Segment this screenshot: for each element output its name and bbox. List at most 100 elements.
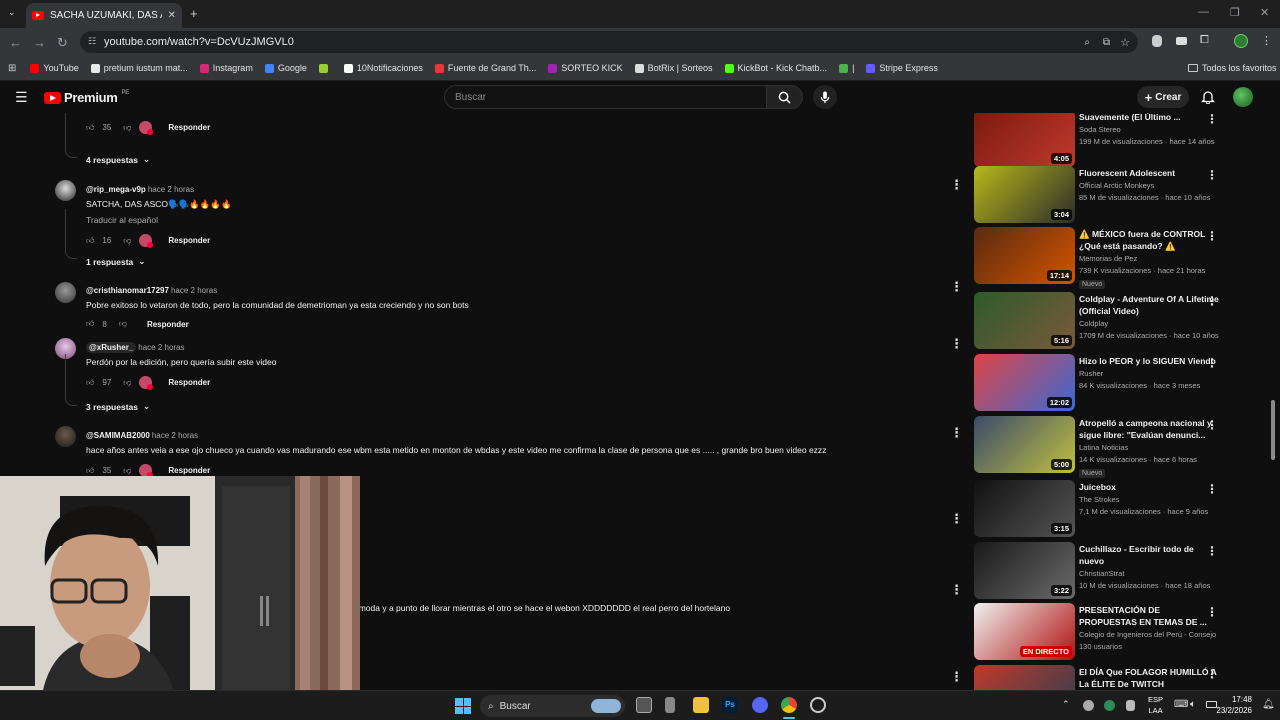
view-replies-button[interactable]: 1 respuesta ⌄ — [86, 256, 145, 267]
all-bookmarks-folder[interactable]: Todos los favoritos — [1188, 63, 1277, 73]
dislike-icon[interactable]: 👎︎ — [123, 378, 131, 388]
forward-icon[interactable]: → — [33, 35, 46, 50]
extension-icon[interactable] — [1152, 35, 1162, 47]
extensions-puzzle-icon[interactable]: ⧠ — [1200, 34, 1209, 47]
show-hidden-icons-icon[interactable]: ⌃ — [1062, 699, 1070, 710]
bookmark-item[interactable]: Stripe Express — [866, 63, 938, 73]
bookmark-item[interactable]: pretium iustum mat... — [90, 63, 188, 73]
channel-name[interactable]: Rusher — [1079, 369, 1219, 378]
channel-name[interactable]: Official Arctic Monkeys — [1079, 181, 1219, 190]
video-title[interactable]: Suavemente (El Último ... — [1079, 113, 1219, 123]
tray-icon[interactable] — [1126, 700, 1135, 711]
scrollbar-thumb[interactable] — [1271, 400, 1275, 460]
extension-icon[interactable] — [1176, 37, 1187, 45]
bookmark-star-icon[interactable]: ☆ — [1120, 36, 1130, 49]
bookmark-item[interactable]: YouTube — [30, 63, 79, 73]
recommended-video[interactable]: 4:05 Suavemente (El Último ... Soda Stereo… — [974, 113, 1274, 168]
video-thumbnail[interactable]: 17:14 — [974, 227, 1075, 284]
bookmark-item[interactable]: Instagram — [199, 63, 253, 73]
file-icon[interactable] — [665, 697, 675, 713]
url-field[interactable]: ☷ youtube.com/watch?v=DcVUzJMGVL0 ⌕ ⧉ ☆ — [80, 31, 1138, 53]
comment-menu-icon[interactable]: ⋮ — [950, 669, 960, 685]
like-icon[interactable]: 👍︎ — [86, 123, 94, 133]
recommended-video[interactable]: 3:22 Cuchillazo - Escribir todo de nuevo C… — [974, 542, 1274, 600]
view-replies-button[interactable]: 4 respuestas ⌄ — [86, 154, 150, 165]
browser-menu-icon[interactable]: ⋮ — [1261, 34, 1272, 47]
reply-button[interactable]: Responder — [168, 466, 210, 475]
volume-icon[interactable]: 🔈︎ — [1190, 699, 1196, 710]
zoom-icon[interactable]: ⌕ — [1084, 37, 1090, 48]
site-info-icon[interactable]: ☷ — [88, 36, 96, 47]
comment-menu-icon[interactable]: ⋮ — [950, 279, 960, 295]
search-input[interactable]: Buscar — [444, 85, 767, 109]
tray-icon[interactable] — [1083, 700, 1094, 711]
video-title[interactable]: Hizo lo PEOR y lo SIGUEN Viendo — [1079, 355, 1219, 367]
comment-author[interactable]: @cristhianomar17297 — [86, 286, 169, 295]
recommended-video[interactable]: EN DIRECTO PRESENTACIÓN DE PROPUESTAS EN … — [974, 603, 1274, 661]
video-title[interactable]: PRESENTACIÓN DE PROPUESTAS EN TEMAS DE .… — [1079, 604, 1219, 628]
video-thumbnail[interactable]: 3:15 — [974, 480, 1075, 537]
youtube-premium-logo[interactable]: Premium PE — [44, 90, 129, 105]
recommended-video[interactable]: El DÍA Que FOLAGOR HUMILLÓ A La ÉLITE De… — [974, 665, 1274, 690]
file-explorer-icon[interactable] — [693, 697, 709, 713]
reply-button[interactable]: Responder — [168, 236, 210, 245]
bookmark-item[interactable]: KickBot - Kick Chatb... — [724, 63, 827, 73]
tray-icon[interactable] — [1104, 700, 1115, 711]
comment-menu-icon[interactable]: ⋮ — [950, 511, 960, 527]
system-clock[interactable]: 17:48 23/2/2026 — [1216, 694, 1252, 716]
video-menu-icon[interactable]: ⋮ — [1206, 294, 1218, 308]
task-view-icon[interactable] — [636, 697, 652, 713]
video-thumbnail[interactable]: 12:02 — [974, 354, 1075, 411]
browser-tab[interactable]: SACHA UZUMAKI, DAS ASCO - ✕ — [26, 3, 182, 28]
video-menu-icon[interactable]: ⋮ — [1206, 418, 1218, 432]
voice-search-button[interactable] — [813, 85, 837, 109]
channel-name[interactable]: Soda Stereo — [1079, 125, 1219, 134]
minimize-icon[interactable]: — — [1198, 6, 1209, 18]
comment-menu-icon[interactable]: ⋮ — [950, 336, 960, 352]
recommended-video[interactable]: 5:00 Atropelló a campeona nacional y sigu… — [974, 416, 1274, 478]
like-icon[interactable]: 👍︎ — [86, 466, 94, 476]
like-icon[interactable]: 👍︎ — [86, 378, 94, 388]
comment-menu-icon[interactable]: ⋮ — [950, 425, 960, 441]
taskbar-search[interactable]: ⌕ Buscar — [480, 695, 625, 717]
video-title[interactable]: Cuchillazo - Escribir todo de nuevo — [1079, 543, 1219, 567]
profile-avatar[interactable] — [1234, 34, 1248, 48]
commenter-avatar[interactable] — [55, 180, 76, 201]
create-button[interactable]: + Crear — [1137, 86, 1189, 108]
comment-author[interactable]: @rip_mega-v9p — [86, 185, 146, 194]
network-icon[interactable]: ⌨ — [1174, 699, 1188, 710]
dislike-icon[interactable]: 👎︎ — [123, 236, 131, 246]
video-title[interactable]: Atropelló a campeona nacional y sigue li… — [1079, 417, 1219, 441]
channel-name[interactable]: Memorias de Pez — [1079, 254, 1219, 263]
comment-menu-icon[interactable]: ⋮ — [950, 177, 960, 193]
video-menu-icon[interactable]: ⋮ — [1206, 168, 1218, 182]
recommended-video[interactable]: 5:16 Coldplay - Adventure Of A Lifetime (… — [974, 292, 1274, 350]
video-menu-icon[interactable]: ⋮ — [1206, 605, 1218, 619]
comment-time[interactable]: hace 2 horas — [171, 286, 217, 295]
reply-button[interactable]: Responder — [147, 320, 189, 329]
video-thumbnail[interactable]: 5:00 — [974, 416, 1075, 473]
translate-link[interactable]: Traducir al español — [86, 215, 232, 225]
comment-time[interactable]: hace 2 horas — [148, 185, 194, 194]
video-thumbnail[interactable]: 3:04 — [974, 166, 1075, 223]
bookmark-item[interactable] — [318, 63, 332, 73]
hamburger-menu-icon[interactable]: ☰ — [15, 89, 28, 106]
channel-name[interactable]: The Strokes — [1079, 495, 1219, 504]
notifications-icon[interactable]: 🔔︎ — [1262, 699, 1275, 710]
recommended-video[interactable]: 17:14 ⚠️ MÉXICO fuera de CONTROL ¿Qué est… — [974, 227, 1274, 289]
video-title[interactable]: Juicebox — [1079, 481, 1219, 493]
video-menu-icon[interactable]: ⋮ — [1206, 229, 1218, 243]
video-title[interactable]: El DÍA Que FOLAGOR HUMILLÓ A La ÉLITE De… — [1079, 666, 1219, 690]
maximize-icon[interactable]: ❐ — [1230, 6, 1240, 19]
tab-list-chevron-icon[interactable]: ⌄ — [8, 7, 16, 18]
notifications-bell-icon[interactable] — [1201, 89, 1215, 104]
channel-name[interactable]: ChristianStrat — [1079, 569, 1219, 578]
comment-author[interactable]: @xRusher_ — [86, 342, 137, 353]
photoshop-icon[interactable]: Ps — [722, 697, 738, 713]
video-thumbnail[interactable]: 5:16 — [974, 292, 1075, 349]
video-thumbnail[interactable]: 4:05 — [974, 113, 1075, 167]
recommended-video[interactable]: 3:04 Fluorescent Adolescent Official Arcti… — [974, 166, 1274, 224]
recommended-video[interactable]: 12:02 Hizo lo PEOR y lo SIGUEN Viendo Rush… — [974, 354, 1274, 412]
video-menu-icon[interactable]: ⋮ — [1206, 667, 1218, 681]
like-icon[interactable]: 👍︎ — [86, 236, 94, 246]
